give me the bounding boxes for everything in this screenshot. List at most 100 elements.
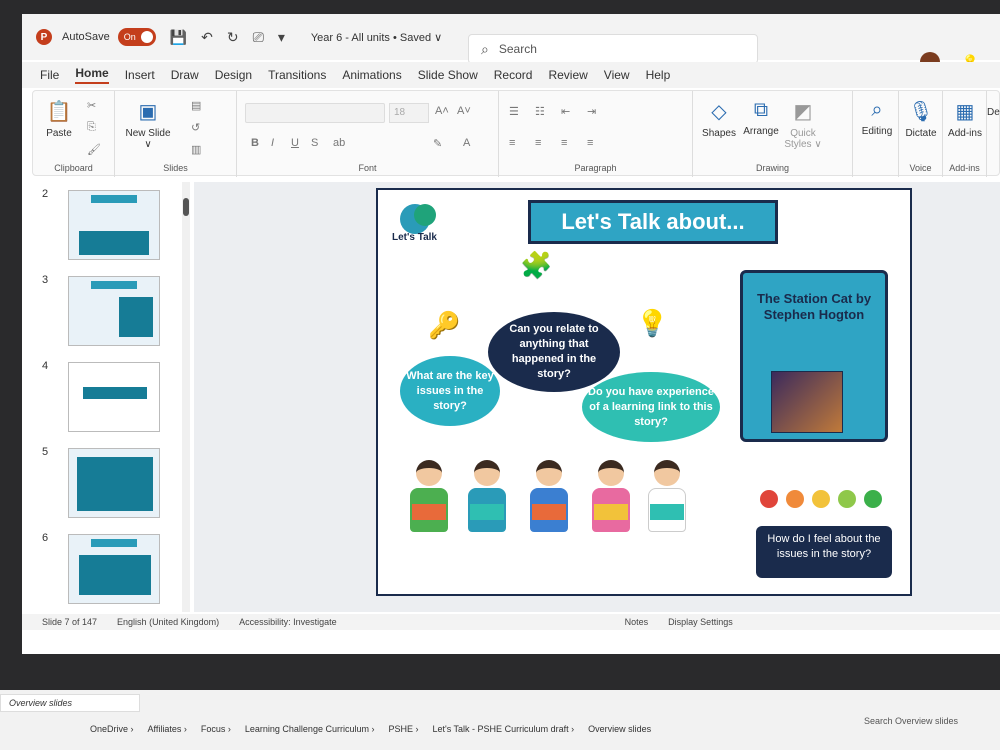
layout-icon[interactable]: ▤ xyxy=(191,99,201,112)
tab-animations[interactable]: Animations xyxy=(342,68,401,82)
numbering-icon[interactable]: ☷ xyxy=(535,105,545,118)
underline-icon[interactable]: U xyxy=(291,137,299,149)
format-painter-icon[interactable]: 🖌 xyxy=(87,143,101,156)
paste-button[interactable]: 📋 Paste xyxy=(39,99,79,139)
breadcrumb-item[interactable]: Learning Challenge Curriculum › xyxy=(245,724,375,734)
increase-indent-icon[interactable]: ⇥ xyxy=(587,105,596,118)
font-color-icon[interactable]: A xyxy=(463,137,470,149)
explorer-tab[interactable]: Overview slides xyxy=(0,694,140,712)
thumbnail-slide-2[interactable]: 2 xyxy=(22,182,182,262)
addins-label: Add-ins xyxy=(948,128,982,139)
paste-icon: 📋 xyxy=(46,101,72,123)
align-right-icon[interactable]: ≡ xyxy=(561,137,567,149)
justify-icon[interactable]: ≡ xyxy=(587,137,593,149)
shadow-icon[interactable]: S xyxy=(311,137,318,149)
dictate-button[interactable]: 🎙 Dictate xyxy=(901,99,941,139)
quick-styles-icon: ◩ xyxy=(793,101,813,123)
addins-button[interactable]: ▦ Add-ins xyxy=(945,99,985,139)
copy-icon[interactable]: ⎘ xyxy=(87,121,96,134)
bubble-relate[interactable]: Can you relate to anything that happened… xyxy=(488,312,620,392)
bubble-key-issues[interactable]: What are the key issues in the story? xyxy=(400,356,500,426)
document-title[interactable]: Year 6 - All units • Saved ∨ xyxy=(311,31,442,44)
decrease-indent-icon[interactable]: ⇤ xyxy=(561,105,570,118)
feelings-question[interactable]: How do I feel about the issues in the st… xyxy=(756,526,892,578)
italic-icon[interactable]: I xyxy=(271,137,274,149)
font-label: Font xyxy=(358,163,377,173)
language-indicator[interactable]: English (United Kingdom) xyxy=(117,617,219,627)
tab-design[interactable]: Design xyxy=(215,68,252,82)
book-scroll[interactable]: The Station Cat by Stephen Hogton xyxy=(740,270,888,442)
thumbnail-image xyxy=(68,448,160,518)
slides-group: ▣ New Slide ∨ ▤ ↺ ▥ Slides xyxy=(115,91,237,177)
undo-icon[interactable]: ↶ xyxy=(201,29,213,46)
tab-help[interactable]: Help xyxy=(646,68,671,82)
bullets-icon[interactable]: ☰ xyxy=(509,105,519,118)
accessibility-indicator[interactable]: Accessibility: Investigate xyxy=(239,617,337,627)
tab-view[interactable]: View xyxy=(604,68,630,82)
reset-icon[interactable]: ↺ xyxy=(191,121,200,134)
present-icon[interactable]: ⎚ xyxy=(253,29,264,46)
tab-review[interactable]: Review xyxy=(548,68,587,82)
bold-icon[interactable]: B xyxy=(251,137,259,149)
breadcrumb: OneDrive › Affiliates › Focus › Learning Ch… xyxy=(90,724,651,734)
arrange-label: Arrange xyxy=(743,126,779,137)
tab-home[interactable]: Home xyxy=(75,66,109,84)
breadcrumb-item[interactable]: Let's Talk - PSHE Curriculum draft › xyxy=(432,724,574,734)
cut-icon[interactable]: ✂ xyxy=(87,99,96,112)
strikethrough-icon[interactable]: ab xyxy=(333,137,345,149)
explorer-search[interactable]: Search Overview slides xyxy=(864,716,958,726)
font-size-input[interactable]: 18 xyxy=(389,103,429,123)
voice-group: 🎙 Dictate Voice xyxy=(899,91,943,177)
current-slide[interactable]: Let's Talk Let's Talk about... 🧩 🔑 💡 Can… xyxy=(376,188,912,596)
thumbnail-slide-3[interactable]: 3 xyxy=(22,268,182,348)
editing-button[interactable]: ⌕ Editing xyxy=(857,99,897,137)
breadcrumb-item[interactable]: Focus › xyxy=(201,724,231,734)
thumbnail-slide-5[interactable]: 5 xyxy=(22,440,182,520)
shapes-button[interactable]: ◇ Shapes xyxy=(699,99,739,139)
thumbnail-slide-6[interactable]: 6 xyxy=(22,526,182,606)
section-icon[interactable]: ▥ xyxy=(191,143,201,156)
tab-record[interactable]: Record xyxy=(494,68,533,82)
thumbnail-number: 2 xyxy=(42,188,49,200)
font-name-input[interactable] xyxy=(245,103,385,123)
align-center-icon[interactable]: ≡ xyxy=(535,137,541,149)
display-settings-button[interactable]: Display Settings xyxy=(668,617,733,627)
tab-transitions[interactable]: Transitions xyxy=(268,68,326,82)
quick-styles-label: Quick Styles ∨ xyxy=(784,128,822,150)
save-icon[interactable]: 💾 xyxy=(170,29,187,46)
align-left-icon[interactable]: ≡ xyxy=(509,137,515,149)
search-placeholder: Search xyxy=(498,42,537,56)
bubble-experience[interactable]: Do you have experience of a learning lin… xyxy=(582,372,720,442)
microphone-icon: 🎙 xyxy=(908,101,934,123)
customize-icon[interactable]: ▾ xyxy=(278,29,285,46)
notes-button[interactable]: Notes xyxy=(625,617,649,627)
breadcrumb-item[interactable]: Overview slides xyxy=(588,724,651,734)
tab-file[interactable]: File xyxy=(40,68,59,82)
tab-slide-show[interactable]: Slide Show xyxy=(418,68,478,82)
slide-counter: Slide 7 of 147 xyxy=(42,617,98,627)
powerpoint-logo-icon: P xyxy=(36,29,52,45)
search-box[interactable]: ⌕ Search xyxy=(468,34,758,64)
quick-styles-button[interactable]: ◩ Quick Styles ∨ xyxy=(783,99,823,150)
designer-button[interactable]: Desi xyxy=(987,107,1000,118)
new-slide-button[interactable]: ▣ New Slide ∨ xyxy=(123,99,173,150)
grow-font-icon[interactable]: A˄ xyxy=(435,105,449,117)
shrink-font-icon[interactable]: A˅ xyxy=(457,105,471,117)
tab-insert[interactable]: Insert xyxy=(125,68,155,82)
designer-label: Desi xyxy=(987,107,1000,118)
highlight-icon[interactable]: ✎ xyxy=(433,137,442,150)
lets-talk-logo: Let's Talk xyxy=(392,200,452,244)
breadcrumb-item[interactable]: PSHE › xyxy=(388,724,418,734)
scrollbar-thumb[interactable] xyxy=(183,198,189,216)
arrange-button[interactable]: ⧉ Arrange xyxy=(741,99,781,137)
tab-draw[interactable]: Draw xyxy=(171,68,199,82)
redo-icon[interactable]: ↻ xyxy=(227,29,239,46)
slide-title[interactable]: Let's Talk about... xyxy=(528,200,778,244)
thumbnail-slide-4[interactable]: 4 xyxy=(22,354,182,434)
paragraph-group: ☰ ☷ ⇤ ⇥ ≡ ≡ ≡ ≡ Paragraph xyxy=(499,91,693,177)
breadcrumb-item[interactable]: OneDrive › xyxy=(90,724,134,734)
autosave-toggle[interactable]: On xyxy=(117,28,156,46)
clipboard-group: 📋 Paste ✂ ⎘ 🖌 Clipboard xyxy=(33,91,115,177)
thumbnail-scrollbar[interactable] xyxy=(182,182,190,612)
breadcrumb-item[interactable]: Affiliates › xyxy=(148,724,187,734)
